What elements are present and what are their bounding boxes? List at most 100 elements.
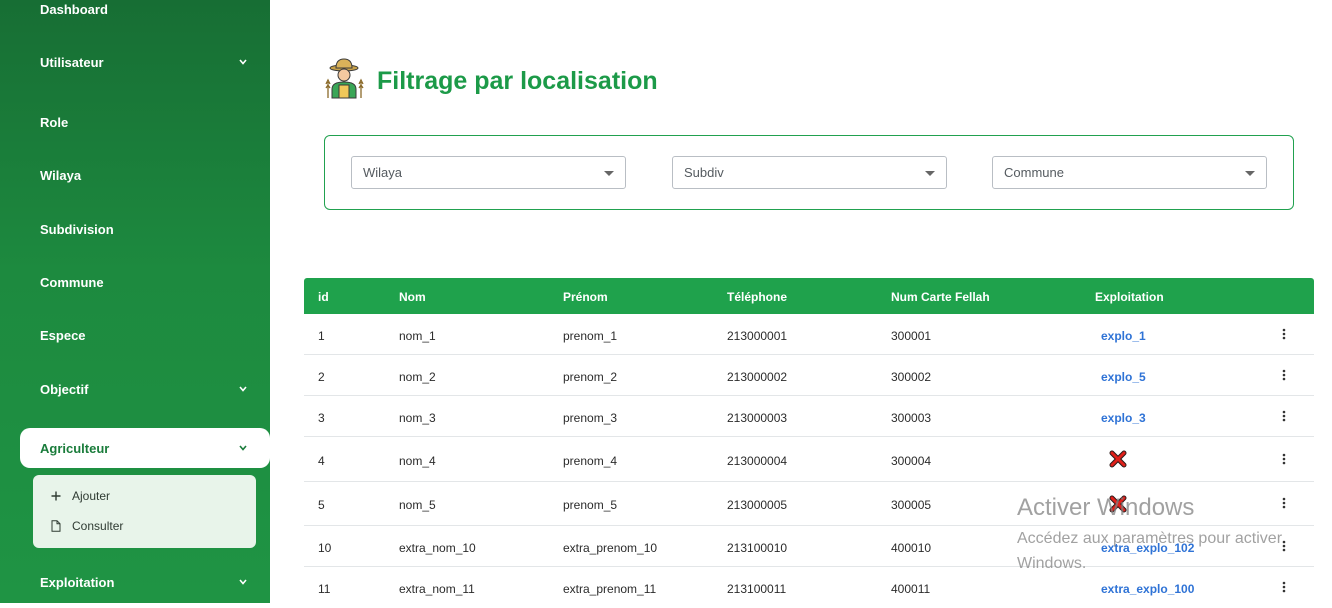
more-vertical-icon[interactable] xyxy=(1278,496,1290,510)
cell-prenom: prenom_1 xyxy=(563,329,618,343)
cell-id: 11 xyxy=(318,582,331,596)
agriculteurs-table: id Nom Prénom Téléphone Num Carte Fellah… xyxy=(304,278,1314,608)
page-title: Filtrage par localisation xyxy=(377,66,658,95)
cell-carte: 300003 xyxy=(891,411,932,425)
chevron-down-icon xyxy=(238,384,248,394)
filter-panel: Wilaya Subdiv Commune xyxy=(324,135,1294,210)
no-exploitation-icon xyxy=(1109,495,1127,516)
cell-telephone: 213000004 xyxy=(727,454,788,468)
agriculteur-submenu: Ajouter Consulter xyxy=(33,475,256,548)
cell-id: 1 xyxy=(318,329,325,343)
submenu-item-ajouter[interactable]: Ajouter xyxy=(49,486,110,506)
chevron-down-icon xyxy=(238,577,248,587)
column-header-prenom[interactable]: Prénom xyxy=(563,290,608,304)
plus-icon xyxy=(49,491,63,501)
sidebar-item-label: Commune xyxy=(40,274,104,290)
cell-carte: 300005 xyxy=(891,498,932,512)
sidebar-item-label: Espece xyxy=(40,327,86,343)
exploitation-link[interactable]: extra_explo_102 xyxy=(1101,541,1194,555)
caret-down-icon xyxy=(925,171,935,176)
column-header-id[interactable]: id xyxy=(318,290,329,304)
cell-telephone: 213000001 xyxy=(727,329,788,343)
commune-select[interactable]: Commune xyxy=(992,156,1267,189)
sidebar-item-label: Exploitation xyxy=(40,574,115,590)
cell-telephone: 213100010 xyxy=(727,541,788,555)
table-row: 3 nom_3 prenom_3 213000003 300003 explo_… xyxy=(304,396,1314,437)
table-row: 1 nom_1 prenom_1 213000001 300001 explo_… xyxy=(304,314,1314,355)
exploitation-link[interactable]: explo_1 xyxy=(1101,329,1146,343)
cell-nom: nom_2 xyxy=(399,370,436,384)
cell-prenom: prenom_4 xyxy=(563,454,618,468)
sidebar-item-label: Wilaya xyxy=(40,167,82,183)
cell-nom: extra_nom_11 xyxy=(399,582,475,596)
table-row: 5 nom_5 prenom_5 213000005 300005 xyxy=(304,482,1314,526)
sidebar-item-label: Objectif xyxy=(40,381,89,397)
cell-id: 10 xyxy=(318,541,332,555)
exploitation-link[interactable]: explo_3 xyxy=(1101,411,1146,425)
caret-down-icon xyxy=(604,171,614,176)
more-vertical-icon[interactable] xyxy=(1278,327,1290,341)
wilaya-select-value: Wilaya xyxy=(363,165,403,180)
sidebar-item-commune[interactable]: Commune xyxy=(40,270,250,294)
table-row: 11 extra_nom_11 extra_prenom_11 21310001… xyxy=(304,567,1314,608)
chevron-down-icon xyxy=(238,57,248,67)
cell-prenom: extra_prenom_11 xyxy=(563,582,657,596)
cell-carte: 400011 xyxy=(891,582,931,596)
column-header-telephone[interactable]: Téléphone xyxy=(727,290,787,304)
sidebar-item-label: Agriculteur xyxy=(40,440,110,456)
sidebar-item-role[interactable]: Role xyxy=(40,110,250,134)
sidebar-item-subdivision[interactable]: Subdivision xyxy=(40,217,250,241)
cell-nom: extra_nom_10 xyxy=(399,541,476,555)
sidebar-item-espece[interactable]: Espece xyxy=(40,323,250,347)
file-icon xyxy=(49,520,63,532)
chevron-down-icon xyxy=(238,443,248,453)
submenu-item-consulter[interactable]: Consulter xyxy=(49,516,123,536)
more-vertical-icon[interactable] xyxy=(1278,539,1290,553)
cell-carte: 300004 xyxy=(891,454,932,468)
page-header: Filtrage par localisation xyxy=(322,56,658,106)
sidebar-item-agriculteur[interactable]: Agriculteur xyxy=(20,428,270,468)
sidebar: Dashboard Utilisateur Role Wilaya Subdiv… xyxy=(0,0,270,603)
cell-carte: 300001 xyxy=(891,329,932,343)
more-vertical-icon[interactable] xyxy=(1278,580,1290,594)
cell-telephone: 213100011 xyxy=(727,582,787,596)
more-vertical-icon[interactable] xyxy=(1278,368,1290,382)
cell-id: 2 xyxy=(318,370,325,384)
cell-prenom: prenom_5 xyxy=(563,498,618,512)
cell-id: 4 xyxy=(318,454,325,468)
submenu-item-label: Ajouter xyxy=(72,489,111,503)
column-header-carte[interactable]: Num Carte Fellah xyxy=(891,290,990,304)
no-exploitation-icon xyxy=(1109,450,1127,471)
cell-nom: nom_4 xyxy=(399,454,436,468)
cell-telephone: 213000002 xyxy=(727,370,788,384)
subdiv-select[interactable]: Subdiv xyxy=(672,156,947,189)
cell-nom: nom_1 xyxy=(399,329,436,343)
cell-prenom: prenom_3 xyxy=(563,411,618,425)
column-header-exploitation[interactable]: Exploitation xyxy=(1095,290,1164,304)
more-vertical-icon[interactable] xyxy=(1278,409,1290,423)
exploitation-link[interactable]: extra_explo_100 xyxy=(1101,582,1194,596)
sidebar-item-label: Utilisateur xyxy=(40,54,104,70)
subdiv-select-value: Subdiv xyxy=(684,165,724,180)
sidebar-item-utilisateur[interactable]: Utilisateur xyxy=(40,50,250,74)
sidebar-item-dashboard[interactable]: Dashboard xyxy=(40,0,250,21)
column-header-nom[interactable]: Nom xyxy=(399,290,426,304)
cell-prenom: extra_prenom_10 xyxy=(563,541,658,555)
wilaya-select[interactable]: Wilaya xyxy=(351,156,626,189)
sidebar-item-exploitation[interactable]: Exploitation xyxy=(40,570,250,594)
sidebar-item-objectif[interactable]: Objectif xyxy=(40,377,250,401)
cell-carte: 400010 xyxy=(891,541,932,555)
cell-id: 5 xyxy=(318,498,325,512)
cell-telephone: 213000003 xyxy=(727,411,788,425)
more-vertical-icon[interactable] xyxy=(1278,452,1290,466)
sidebar-item-wilaya[interactable]: Wilaya xyxy=(40,163,250,187)
sidebar-item-label: Dashboard xyxy=(40,1,108,17)
table-row: 10 extra_nom_10 extra_prenom_10 21310001… xyxy=(304,526,1314,567)
exploitation-link[interactable]: explo_5 xyxy=(1101,370,1146,384)
cell-id: 3 xyxy=(318,411,325,425)
cell-nom: nom_5 xyxy=(399,498,436,512)
cell-carte: 300002 xyxy=(891,370,932,384)
farmer-icon xyxy=(322,56,367,106)
cell-telephone: 213000005 xyxy=(727,498,788,512)
commune-select-value: Commune xyxy=(1004,165,1064,180)
